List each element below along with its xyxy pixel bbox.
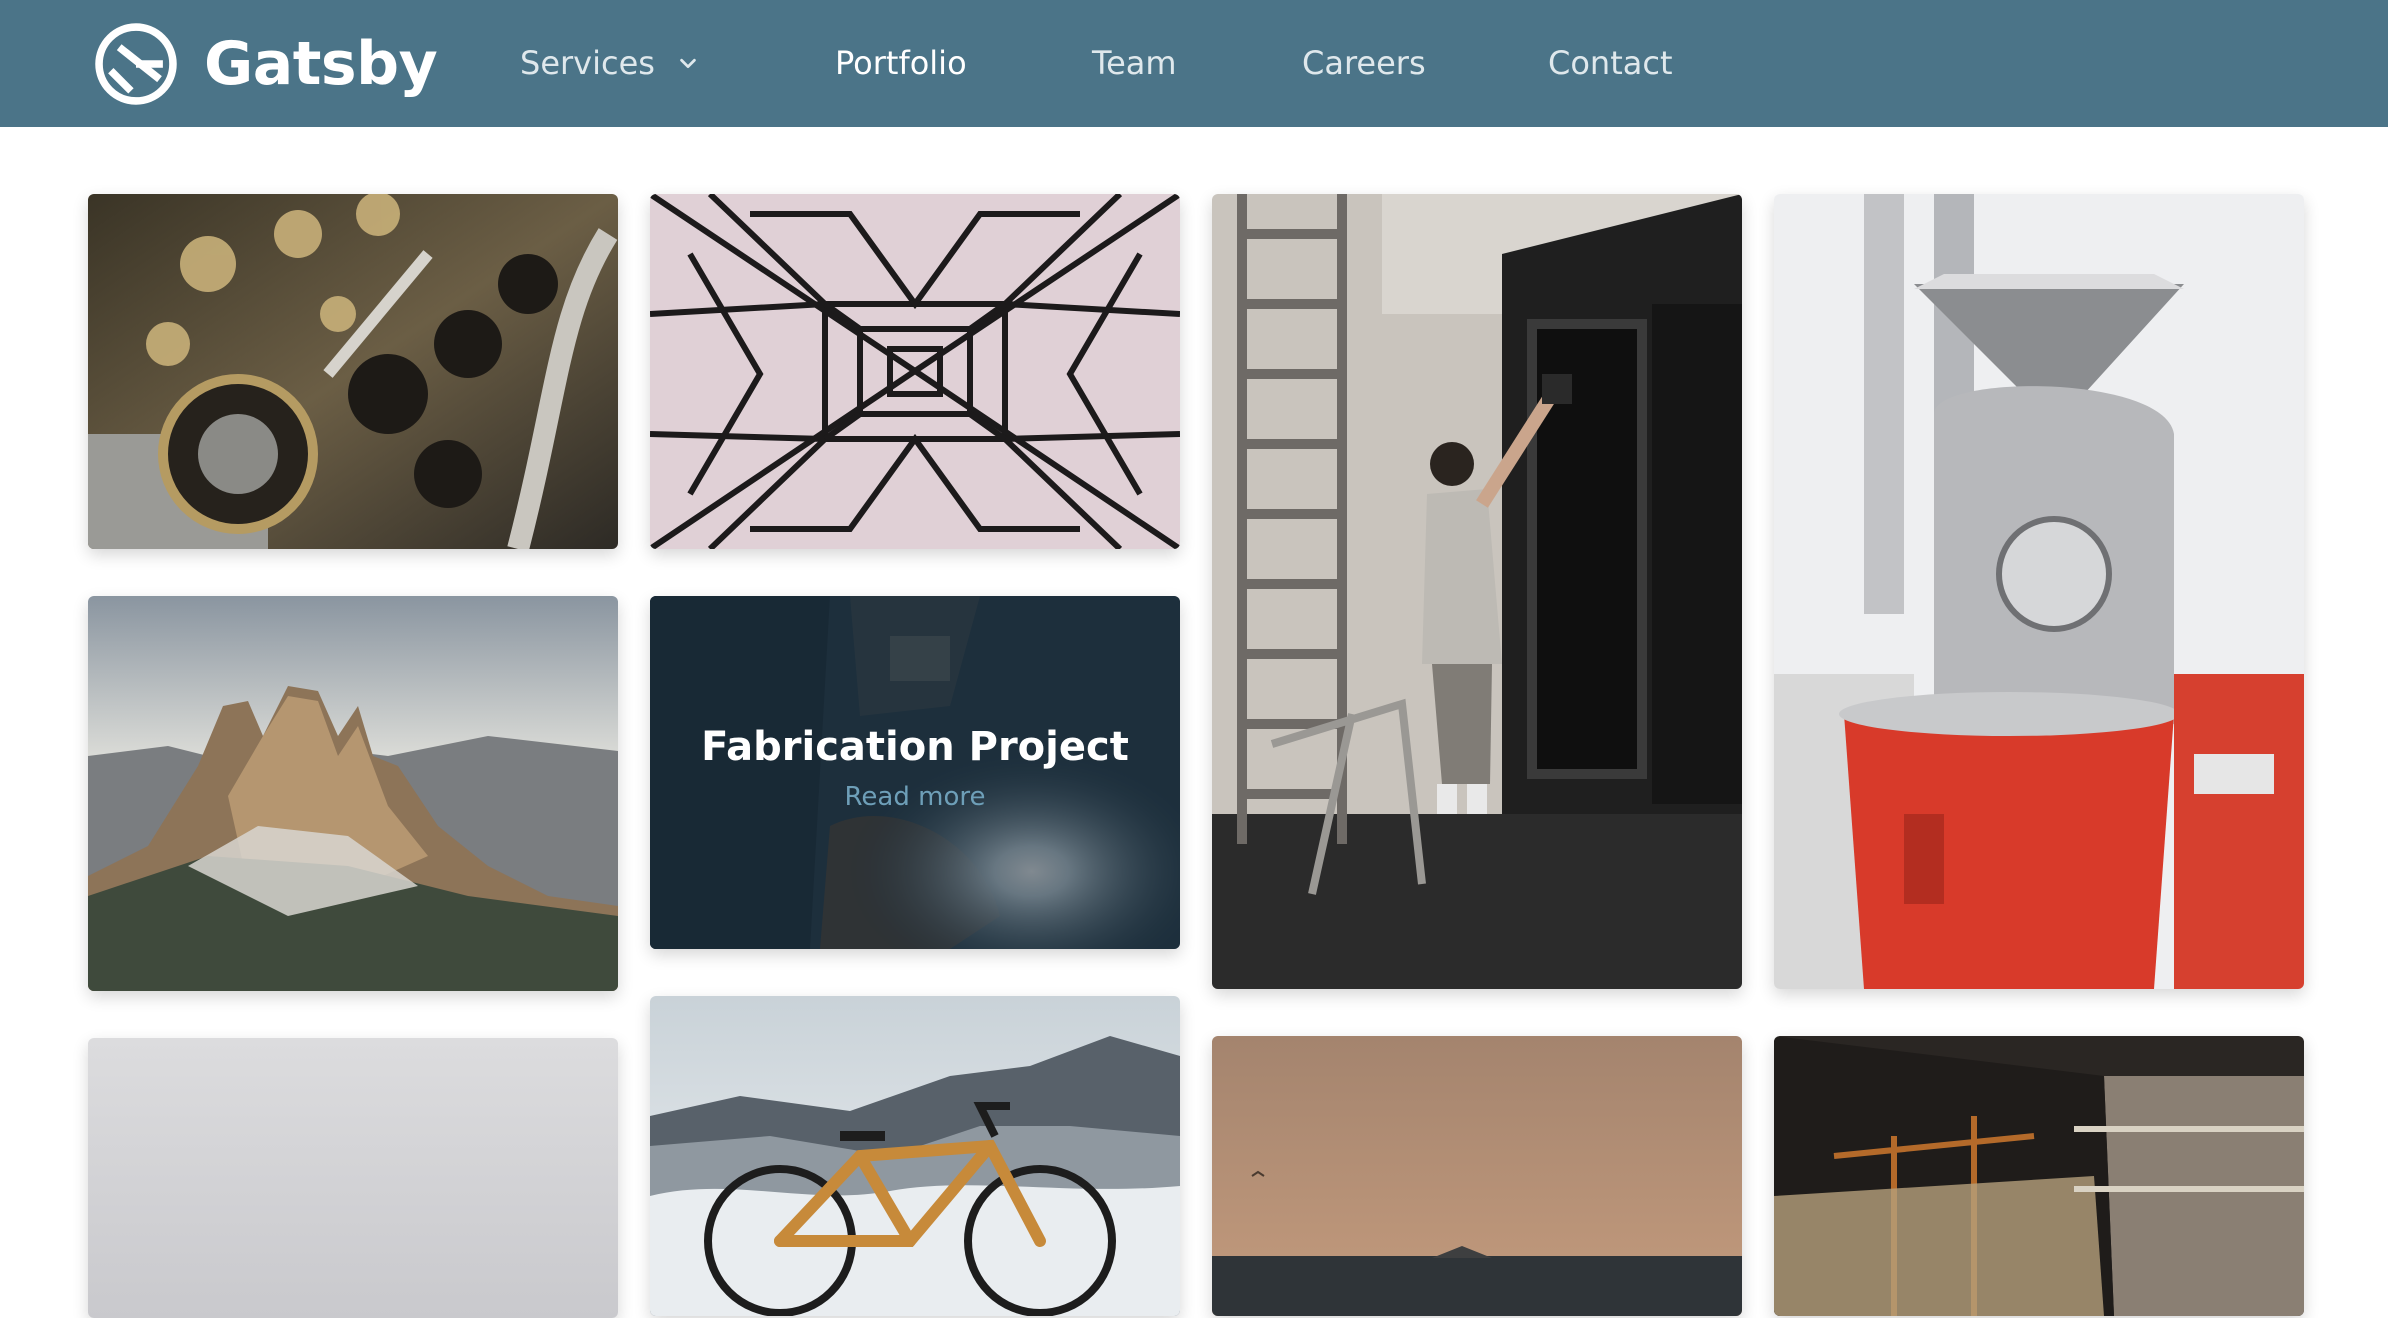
nav-contact-label: Contact [1548,44,1673,82]
portfolio-item-sunset[interactable] [1212,1036,1742,1316]
sunset-sea-photo [1212,1036,1742,1316]
nav-portfolio[interactable]: Portfolio [835,38,967,88]
portfolio-item-bicycle[interactable] [650,996,1180,1316]
portfolio-item-fog[interactable] [88,1038,618,1318]
brand-name: Gatsby [204,29,438,99]
portfolio-item-coffee-roaster[interactable] [1774,194,2304,989]
brand-logo-link[interactable]: Gatsby [94,20,438,108]
nav-careers[interactable]: Careers [1302,38,1426,88]
nav-team[interactable]: Team [1092,38,1177,88]
portfolio-item-mountains[interactable] [88,596,618,991]
window-spray-painting-photo [1212,194,1742,989]
nav-services-label: Services [520,44,655,82]
nav-services[interactable]: Services [520,38,699,88]
portfolio-item-fabrication[interactable]: Fabrication Project Read more [650,596,1180,949]
nav-team-label: Team [1092,44,1177,82]
nav-portfolio-label: Portfolio [835,44,967,82]
bicycle-in-snow-photo [650,996,1180,1316]
nav-contact[interactable]: Contact [1548,38,1673,88]
foggy-sky-photo [88,1038,618,1318]
portfolio-item-engine[interactable] [88,194,618,549]
top-navbar: Gatsby Services Portfolio Team Careers C… [0,0,2388,127]
portfolio-item-overlay: Fabrication Project Read more [650,596,1180,949]
portfolio-item-painter[interactable] [1212,194,1742,989]
coffee-roaster-photo [1774,194,2304,989]
nav-careers-label: Careers [1302,44,1426,82]
industrial-hall-photo [1774,1036,2304,1316]
power-pylon-photo [650,194,1180,549]
portfolio-item-industrial[interactable] [1774,1036,2304,1316]
mountain-peaks-photo [88,596,618,991]
portfolio-item-pylon[interactable] [650,194,1180,549]
portfolio-item-title: Fabrication Project [701,723,1129,770]
gatsby-logo-icon [94,22,178,106]
read-more-link[interactable]: Read more [845,782,986,812]
engine-camshaft-photo [88,194,618,549]
chevron-down-icon [677,52,699,74]
